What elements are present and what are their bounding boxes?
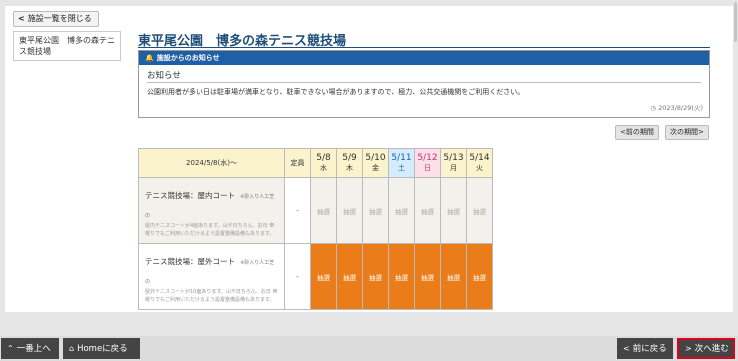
table-row: テニス競技場：屋内コート ※砂入り人工芝の 屋内テニスコートが4面あります。山や… — [138, 177, 493, 244]
notice-date-value: 2023/8/29(火) — [658, 104, 703, 112]
double-chevron-up-icon: ⌃ — [7, 344, 14, 353]
next-period-button[interactable]: 次の期間> — [665, 125, 709, 140]
slot-cell[interactable]: 抽選 — [388, 177, 415, 244]
day-header: 5/14 火 — [466, 148, 493, 178]
notice-header-label: 施設からのお知らせ — [156, 54, 220, 62]
capacity-cell: - — [284, 177, 311, 244]
scroll-top-label: 一番上へ — [16, 344, 51, 354]
chevron-left-icon: < — [623, 344, 630, 353]
day-header: 5/8 水 — [310, 148, 337, 178]
capacity-cell: - — [284, 243, 311, 310]
slot-cell[interactable]: 抽選 — [466, 177, 493, 244]
close-facility-list-button[interactable]: < 施設一覧を閉じる — [13, 11, 99, 27]
day-header: 5/11 土 — [388, 148, 415, 178]
notice-body: 公園利用者が多い日は駐車場が満車となり、駐車できない場合がありますので、極力、公… — [147, 88, 525, 96]
prev-period-label: 前の期間 — [625, 128, 654, 136]
sidebar-item-facility[interactable]: 東平尾公園 博多の森テニス競技場 — [13, 31, 121, 61]
day-header: 5/10 金 — [362, 148, 389, 178]
facility-name: テニス競技場：屋内コート — [145, 191, 235, 200]
capacity-header: 定員 — [284, 148, 311, 178]
slot-cell[interactable]: 抽選 — [414, 243, 441, 310]
back-button[interactable]: < 前に戻る — [617, 338, 673, 359]
notice-date: ◷ 2023/8/29(火) — [650, 102, 703, 112]
next-step-button[interactable]: > 次へ進む — [677, 338, 735, 359]
chevron-right-icon: > — [685, 344, 692, 353]
slot-cell[interactable]: 抽選 — [388, 243, 415, 310]
sidebar-item-label: 東平尾公園 博多の森テニス競技場 — [19, 36, 115, 56]
home-label: Homeに戻る — [77, 344, 128, 354]
table-header-row: 2024/5/8(水)〜 定員 5/8 水 5/9 木 5/10 金 5/11 土 5/… — [138, 148, 493, 178]
slot-cell[interactable]: 抽選 — [362, 243, 389, 310]
home-button[interactable]: ⌂ Homeに戻る — [63, 338, 140, 359]
slot-cell[interactable]: 抽選 — [362, 177, 389, 244]
slot-cell[interactable]: 抽選 — [440, 243, 467, 310]
day-header: 5/12 日 — [414, 148, 441, 178]
day-header: 5/9 木 — [336, 148, 363, 178]
slot-cell[interactable]: 抽選 — [310, 243, 337, 310]
facility-description: 屋外テニスコートが10面あります。山や日ちろん、お日 帝曜りでもご利用いただける… — [145, 289, 278, 303]
clock-icon: ◷ — [650, 104, 657, 112]
notice-panel: 🔔 施設からのお知らせ お知らせ 公園利用者が多い日は駐車場が満車となり、駐車でき… — [138, 50, 710, 118]
slot-cell[interactable]: 抽選 — [310, 177, 337, 244]
facility-name: テニス競技場：屋外コート — [145, 257, 235, 266]
prev-period-button[interactable]: <前の期間 — [615, 125, 659, 140]
slot-cell[interactable]: 抽選 — [414, 177, 441, 244]
title-divider — [138, 47, 710, 48]
bell-icon: 🔔 — [145, 54, 154, 62]
chevron-right-icon: > — [698, 128, 704, 136]
close-facility-list-label: 施設一覧を閉じる — [27, 14, 92, 23]
facility-cell: テニス競技場：屋内コート ※砂入り人工芝の 屋内テニスコートが4面あります。山や… — [138, 177, 285, 244]
day-header: 5/13 月 — [440, 148, 467, 178]
vertical-scrollbar[interactable] — [733, 0, 738, 313]
slot-cell[interactable]: 抽選 — [466, 243, 493, 310]
table-row: テニス競技場：屋外コート ※砂入り人工芝の 屋外テニスコートが10面あります。山… — [138, 243, 493, 310]
chevron-left-icon: < — [18, 14, 25, 23]
facility-cell: テニス競技場：屋外コート ※砂入り人工芝の 屋外テニスコートが10面あります。山… — [138, 243, 285, 310]
slot-cell[interactable]: 抽選 — [336, 243, 363, 310]
scrollbar-thumb[interactable] — [734, 2, 737, 42]
availability-table: 2024/5/8(水)〜 定員 5/8 水 5/9 木 5/10 金 5/11 土 5/… — [138, 148, 493, 310]
table-start-date: 2024/5/8(水)〜 — [138, 148, 285, 178]
slot-cell[interactable]: 抽選 — [336, 177, 363, 244]
notice-header: 🔔 施設からのお知らせ — [139, 51, 709, 65]
next-period-label: 次の期間 — [670, 128, 698, 136]
slot-cell[interactable]: 抽選 — [440, 177, 467, 244]
home-icon: ⌂ — [69, 344, 75, 353]
notice-subtitle: お知らせ — [147, 69, 701, 83]
scroll-top-button[interactable]: ⌃ 一番上へ — [1, 338, 59, 359]
back-label: 前に戻る — [632, 344, 667, 354]
next-step-label: 次へ進む — [694, 344, 729, 354]
facility-description: 屋内テニスコートが4面あります。山や日ちろん、お日 帝曜りでもご利用いただけるよ… — [145, 223, 275, 237]
